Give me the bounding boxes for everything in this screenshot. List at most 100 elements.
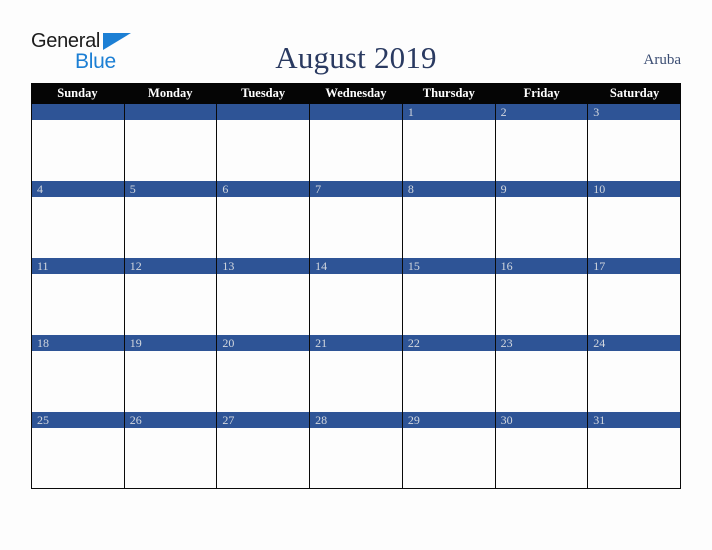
day-events-area[interactable] bbox=[124, 120, 217, 181]
day-cell[interactable]: 25 bbox=[32, 412, 125, 488]
day-cell[interactable]: 3 bbox=[588, 104, 681, 181]
day-events-area[interactable] bbox=[217, 428, 310, 488]
weekday-header-tuesday: Tuesday bbox=[241, 86, 286, 101]
day-cell[interactable]: 8 bbox=[402, 181, 496, 258]
day-events-area[interactable] bbox=[310, 274, 402, 335]
day-number: 12 bbox=[129, 259, 142, 273]
day-events-area[interactable] bbox=[32, 351, 124, 412]
locale-label: Aruba bbox=[643, 52, 682, 68]
day-number-band: 19 bbox=[124, 335, 217, 351]
day-cell[interactable]: 26 bbox=[124, 412, 218, 488]
day-cell[interactable]: 20 bbox=[217, 335, 311, 412]
day-cell[interactable] bbox=[217, 104, 311, 181]
day-cell[interactable]: 24 bbox=[588, 335, 681, 412]
day-number: 8 bbox=[407, 182, 414, 196]
day-events-area[interactable] bbox=[402, 197, 495, 258]
day-cell[interactable]: 14 bbox=[310, 258, 403, 335]
day-number-band: 23 bbox=[495, 335, 588, 351]
day-number-band: 30 bbox=[495, 412, 588, 428]
day-events-area[interactable] bbox=[217, 274, 310, 335]
day-events-area[interactable] bbox=[495, 197, 588, 258]
day-events-area[interactable] bbox=[495, 428, 588, 488]
day-events-area[interactable] bbox=[402, 274, 495, 335]
day-events-area[interactable] bbox=[124, 428, 217, 488]
day-cell[interactable]: 27 bbox=[217, 412, 311, 488]
day-number-band: 4 bbox=[32, 181, 124, 197]
day-events-area[interactable] bbox=[124, 351, 217, 412]
day-cell[interactable]: 18 bbox=[32, 335, 125, 412]
day-cell[interactable]: 12 bbox=[124, 258, 218, 335]
day-number-band: 25 bbox=[32, 412, 124, 428]
day-cell[interactable]: 16 bbox=[495, 258, 589, 335]
day-number: 27 bbox=[222, 413, 235, 427]
weekday-header-wednesday: Wednesday bbox=[325, 86, 387, 101]
day-events-area[interactable] bbox=[32, 120, 124, 181]
day-events-area[interactable] bbox=[124, 274, 217, 335]
day-number: 26 bbox=[129, 413, 142, 427]
day-number-band: 17 bbox=[588, 258, 680, 274]
day-cell[interactable] bbox=[310, 104, 403, 181]
day-events-area[interactable] bbox=[588, 428, 680, 488]
day-cell[interactable]: 11 bbox=[32, 258, 125, 335]
day-cell[interactable]: 7 bbox=[310, 181, 403, 258]
day-cell[interactable]: 13 bbox=[217, 258, 311, 335]
day-events-area[interactable] bbox=[588, 274, 680, 335]
day-cell[interactable]: 23 bbox=[495, 335, 589, 412]
week-row: 1 2 3 bbox=[31, 104, 681, 181]
day-number: 31 bbox=[593, 413, 606, 427]
day-events-area[interactable] bbox=[310, 197, 402, 258]
day-number: 5 bbox=[129, 182, 136, 196]
day-events-area[interactable] bbox=[32, 428, 124, 488]
day-cell[interactable]: 29 bbox=[402, 412, 496, 488]
day-number-band: 11 bbox=[32, 258, 124, 274]
week-row: 11 12 13 14 15 16 17 bbox=[31, 258, 681, 335]
day-cell[interactable]: 1 bbox=[402, 104, 496, 181]
day-events-area[interactable] bbox=[588, 197, 680, 258]
day-cell[interactable]: 6 bbox=[217, 181, 311, 258]
day-events-area[interactable] bbox=[588, 351, 680, 412]
day-events-area[interactable] bbox=[495, 120, 588, 181]
day-cell[interactable]: 10 bbox=[588, 181, 681, 258]
day-cell[interactable]: 17 bbox=[588, 258, 681, 335]
logo-word-blue: Blue bbox=[75, 50, 116, 73]
day-cell[interactable]: 5 bbox=[124, 181, 218, 258]
day-events-area[interactable] bbox=[217, 120, 310, 181]
day-events-area[interactable] bbox=[310, 120, 402, 181]
day-events-area[interactable] bbox=[495, 274, 588, 335]
general-blue-logo[interactable]: General Blue bbox=[31, 29, 151, 75]
day-events-area[interactable] bbox=[402, 120, 495, 181]
day-number-band: 9 bbox=[495, 181, 588, 197]
day-number-band: 18 bbox=[32, 335, 124, 351]
day-cell[interactable]: 21 bbox=[310, 335, 403, 412]
day-cell[interactable] bbox=[124, 104, 218, 181]
weekday-header-friday: Friday bbox=[523, 86, 560, 101]
day-events-area[interactable] bbox=[32, 274, 124, 335]
day-number: 3 bbox=[593, 105, 600, 119]
day-cell[interactable]: 28 bbox=[310, 412, 403, 488]
day-cell[interactable]: 9 bbox=[495, 181, 589, 258]
day-events-area[interactable] bbox=[588, 120, 680, 181]
day-cell[interactable]: 31 bbox=[588, 412, 681, 488]
day-events-area[interactable] bbox=[124, 197, 217, 258]
day-cell[interactable]: 2 bbox=[495, 104, 589, 181]
day-events-area[interactable] bbox=[310, 428, 402, 488]
day-cell[interactable]: 30 bbox=[495, 412, 589, 488]
day-events-area[interactable] bbox=[495, 351, 588, 412]
day-cell[interactable] bbox=[32, 104, 125, 181]
day-number: 30 bbox=[500, 413, 513, 427]
day-events-area[interactable] bbox=[310, 351, 402, 412]
logo-word-general: General bbox=[31, 30, 101, 52]
week-row: 4 5 6 7 8 9 10 bbox=[31, 181, 681, 258]
day-cell[interactable]: 15 bbox=[402, 258, 496, 335]
day-events-area[interactable] bbox=[217, 351, 310, 412]
day-events-area[interactable] bbox=[217, 197, 310, 258]
day-number-band: 15 bbox=[402, 258, 495, 274]
day-cell[interactable]: 22 bbox=[402, 335, 496, 412]
day-cell[interactable]: 19 bbox=[124, 335, 218, 412]
day-events-area[interactable] bbox=[32, 197, 124, 258]
day-number: 24 bbox=[593, 336, 606, 350]
day-cell[interactable]: 4 bbox=[32, 181, 125, 258]
day-events-area[interactable] bbox=[402, 351, 495, 412]
day-events-area[interactable] bbox=[402, 428, 495, 488]
day-number: 21 bbox=[315, 336, 328, 350]
